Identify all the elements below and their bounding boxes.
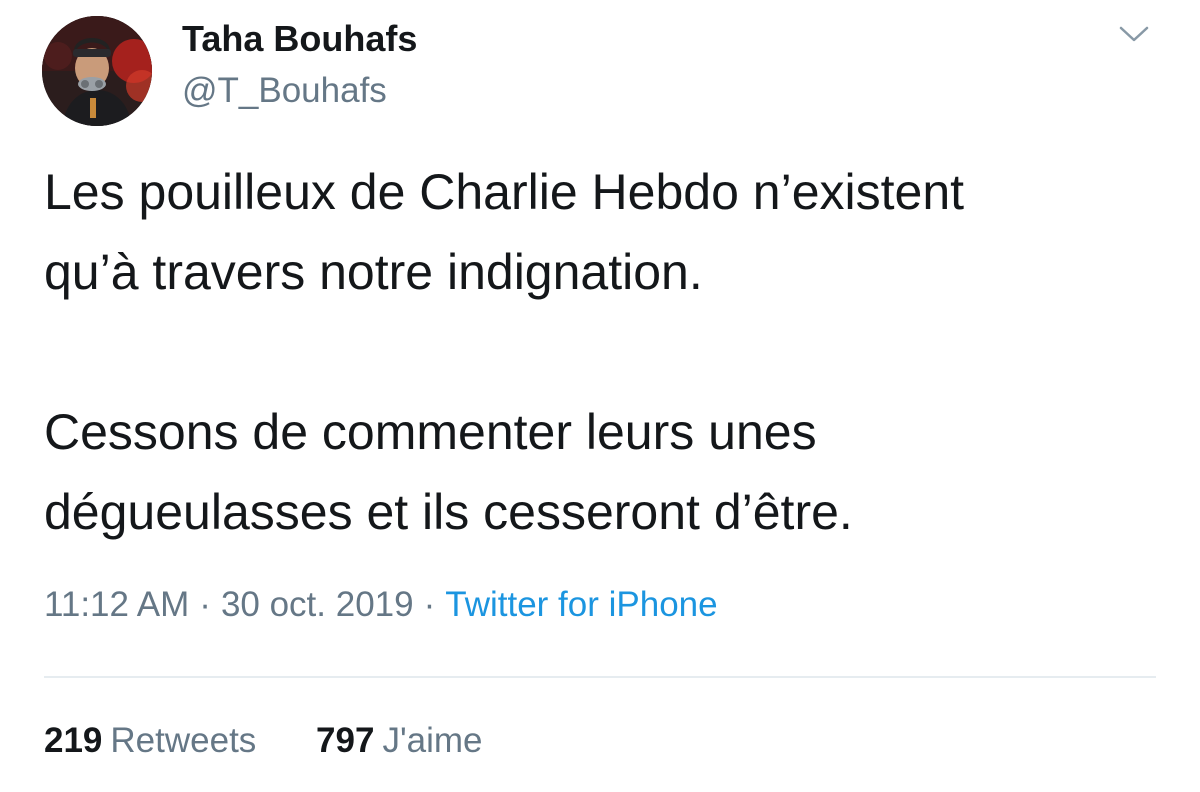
tweet-text-line: Cessons de commenter leurs unes	[44, 404, 817, 460]
retweets-label: Retweets	[110, 721, 257, 760]
tweet-text-line: qu’à travers notre indignation.	[44, 244, 703, 300]
likes-count: 797	[316, 721, 375, 760]
tweet-text-line: Les pouilleux de Charlie Hebdo n’existen…	[44, 164, 965, 220]
metadata-separator: ·	[199, 585, 211, 624]
tweet-paragraph: Les pouilleux de Charlie Hebdo n’existen…	[44, 152, 1164, 312]
likes-stat[interactable]: 797 J'aime	[316, 718, 482, 764]
author-handle[interactable]: @T_Bouhafs	[182, 68, 387, 114]
likes-label: J'aime	[382, 721, 483, 760]
tweet-time[interactable]: 11:12 AM	[44, 585, 189, 624]
avatar-image	[42, 16, 152, 126]
more-options-button[interactable]	[1112, 16, 1156, 52]
metadata-separator: ·	[423, 585, 436, 624]
chevron-down-icon	[1119, 26, 1149, 42]
divider	[44, 676, 1156, 678]
tweet-stats: 219 Retweets 797 J'aime	[44, 718, 483, 764]
avatar[interactable]	[42, 16, 152, 126]
tweet-metadata: 11:12 AM · 30 oct. 2019 · Twitter for iPhone	[44, 582, 718, 628]
tweet-paragraph: Cessons de commenter leurs unes dégueula…	[44, 392, 1164, 552]
tweet-text-line: dégueulasses et ils cesseront d’être.	[44, 484, 853, 540]
author-display-name[interactable]: Taha Bouhafs	[182, 16, 417, 62]
tweet-source-link[interactable]: Twitter for iPhone	[445, 585, 717, 624]
tweet-date[interactable]: 30 oct. 2019	[221, 585, 414, 624]
retweets-count: 219	[44, 721, 103, 760]
tweet-text: Les pouilleux de Charlie Hebdo n’existen…	[44, 152, 1164, 552]
retweets-stat[interactable]: 219 Retweets	[44, 718, 256, 764]
